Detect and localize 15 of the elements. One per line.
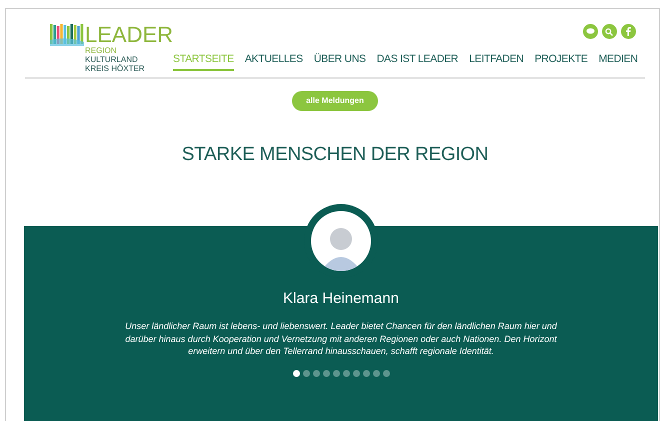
person-name: Klara Heinemann	[283, 288, 399, 308]
nav-link[interactable]: MEDIEN	[598, 52, 638, 71]
nav-link[interactable]: AKTUELLES	[244, 52, 303, 71]
logo-text: KULTURLAND	[85, 55, 139, 64]
logo-text: KREIS HÖXTER	[85, 64, 146, 73]
logo-title: LEADER	[85, 24, 174, 46]
nav-link[interactable]: LEITFADEN	[469, 52, 524, 71]
logo-subtitle: REGION	[85, 46, 118, 55]
nav-link[interactable]: PROJEKTE	[534, 52, 588, 71]
quote-text: Unser ländlicher Raum ist lebens- und liebenswert. Leader bietet Chancen für den ländlichen Raum hier und darüber hinaus durch Kooperation und Vernetzung mit anderen Regionen oder auch Nationen. Den Horizont erweitern und über den Tellerrand hinausschauen, schafft regionale Identität.	[124, 320, 558, 358]
section-heading: STARKE MENSCHEN DER REGION	[180, 143, 490, 167]
nav-link[interactable]: DAS IST LEADER	[376, 52, 458, 71]
logo-icon	[50, 24, 84, 46]
avatar-placeholder	[311, 210, 371, 270]
nav-link[interactable]: ÜBER UNS	[314, 52, 366, 71]
